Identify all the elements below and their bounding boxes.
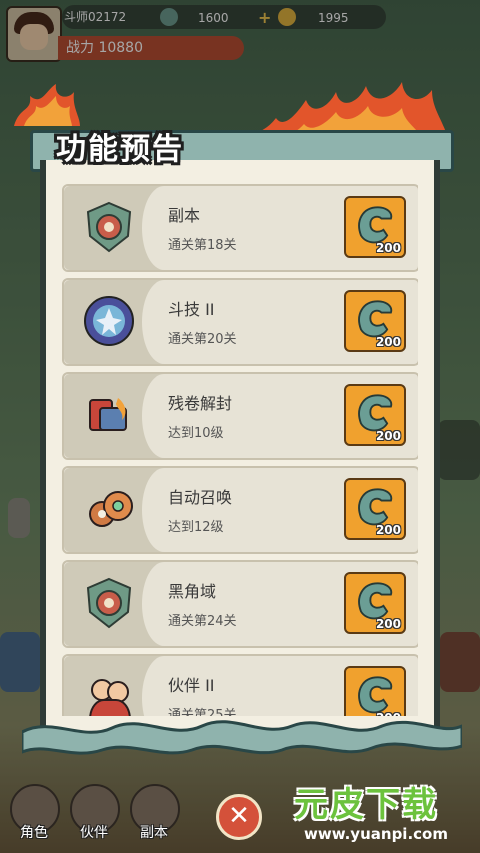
watermark-url: www.yuanpi.com — [304, 825, 448, 843]
partner-icon — [89, 679, 131, 716]
feature-condition: 达到10级 — [168, 426, 224, 441]
feature-name: 副本 — [168, 206, 201, 225]
feature-card: 残卷解封 达到10级 200 — [62, 372, 418, 460]
watermark: 元皮下载 www.yuanpi.com — [290, 775, 478, 847]
nav-role-label: 角色 — [20, 825, 48, 841]
arena-orb-icon — [84, 296, 134, 346]
close-button[interactable]: ✕ — [216, 794, 262, 840]
black-horn-shield-icon — [86, 577, 132, 629]
nav-partner-label: 伙伴 — [80, 825, 108, 841]
auto-summon-gear-icon — [89, 491, 133, 527]
nav-dungeon-label: 副本 — [140, 825, 168, 841]
feature-card: 自动召唤 达到12级 200 — [62, 466, 418, 554]
feature-name: 伙伴 II — [168, 676, 215, 695]
gem-reward-icon — [358, 676, 393, 714]
reward-button[interactable]: 200 — [344, 666, 406, 716]
reward-button[interactable]: 200 — [344, 572, 406, 634]
reward-count: 200 — [375, 241, 401, 255]
nav-partner[interactable]: 伙伴 — [66, 784, 122, 846]
panel-title: 功能预告 — [56, 132, 184, 167]
nav-dungeon[interactable]: 副本 — [126, 784, 182, 846]
panel-bottom-wave-decoration — [22, 720, 462, 755]
scroll-unseal-icon — [89, 398, 127, 431]
feature-name: 黑角域 — [168, 582, 217, 601]
dungeon-shield-icon — [86, 201, 132, 253]
reward-button[interactable]: 200 — [344, 290, 406, 352]
feature-card: 黑角域 通关第24关 200 — [62, 560, 418, 648]
reward-button[interactable]: 200 — [344, 384, 406, 446]
nav-role[interactable]: 角色 — [6, 784, 62, 846]
feature-list[interactable]: 副本 通关第18关 200 斗技 II 通关第20关 200 残卷解封 达到10… — [62, 184, 418, 716]
feature-name: 残卷解封 — [168, 394, 233, 413]
feature-condition: 通关第18关 — [168, 238, 237, 253]
feature-condition: 达到12级 — [168, 520, 224, 535]
reward-count: 200 — [375, 523, 401, 537]
watermark-brand: 元皮下载 — [294, 785, 438, 825]
feature-card: 斗技 II 通关第20关 200 — [62, 278, 418, 366]
feature-card: 副本 通关第18关 200 — [62, 184, 418, 272]
reward-count: 200 — [375, 335, 401, 349]
feature-name: 斗技 II — [168, 300, 215, 319]
reward-button[interactable]: 200 — [344, 478, 406, 540]
feature-name: 自动召唤 — [168, 488, 233, 507]
feature-condition: 通关第24关 — [168, 614, 237, 629]
reward-count: 200 — [375, 617, 401, 631]
reward-count: 200 — [375, 429, 401, 443]
feature-condition: 通关第20关 — [168, 332, 237, 347]
feature-card: 伙伴 II 通关第25关 200 — [62, 654, 418, 716]
reward-button[interactable]: 200 — [344, 196, 406, 258]
